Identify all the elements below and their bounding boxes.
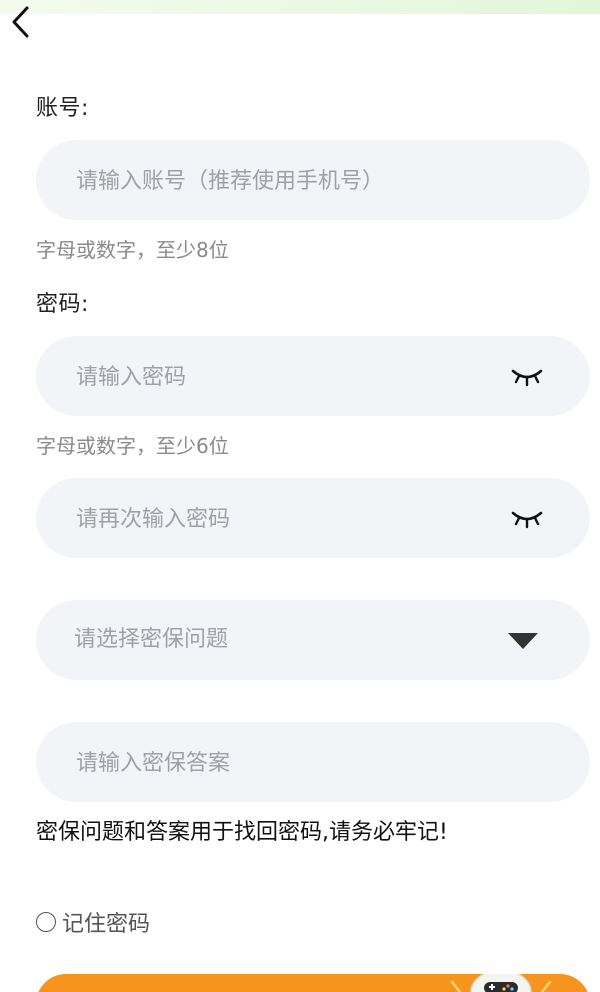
confirm-password-field[interactable] <box>36 478 590 560</box>
security-answer-input[interactable] <box>74 722 498 804</box>
confirm-password-input[interactable] <box>74 478 498 560</box>
remember-label: 记住密码 <box>62 912 151 937</box>
account-label: 账号: <box>36 96 89 121</box>
eye-closed-icon[interactable] <box>510 362 544 390</box>
remember-radio[interactable] <box>36 912 56 932</box>
triangle-down-icon[interactable] <box>506 630 540 652</box>
security-notice: 密保问题和答案用于找回密码,请务必牢记! <box>36 820 448 845</box>
register-button[interactable] <box>36 974 590 992</box>
eye-closed-icon[interactable] <box>510 504 544 532</box>
back-button[interactable] <box>2 2 38 42</box>
password-hint: 字母或数字，至少6位 <box>36 434 229 458</box>
top-status-gradient <box>0 0 600 14</box>
security-answer-field[interactable] <box>36 722 590 804</box>
game-controller-mascot-icon <box>450 974 552 992</box>
security-question-placeholder: 请选择密保问题 <box>74 627 229 652</box>
remember-password-toggle[interactable]: 记住密码 <box>36 906 150 938</box>
password-field[interactable] <box>36 336 590 418</box>
register-page: 账号: 字母或数字，至少8位 密码: 字母或数字，至少6位 请选择密保问题 <box>0 0 600 992</box>
password-label: 密码: <box>36 292 89 317</box>
security-question-select[interactable]: 请选择密保问题 <box>36 600 590 680</box>
chevron-left-icon <box>12 6 29 38</box>
account-hint: 字母或数字，至少8位 <box>36 238 229 262</box>
password-input[interactable] <box>74 336 498 418</box>
account-input[interactable] <box>74 140 498 222</box>
account-field[interactable] <box>36 140 590 222</box>
